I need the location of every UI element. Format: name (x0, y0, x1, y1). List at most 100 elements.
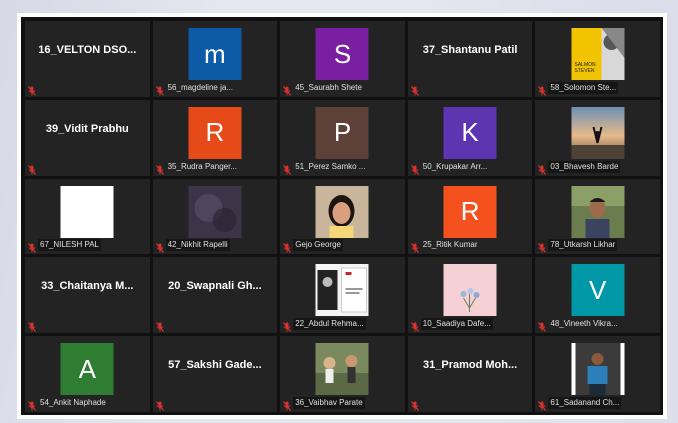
tile-footer: Gejo George (283, 238, 402, 254)
participant-tile[interactable]: 67_NILESH PAL (25, 178, 150, 255)
participant-name-label: 42_Nikhit Rapelli (165, 239, 230, 252)
participant-tile[interactable]: 37_Shantanu Patil (407, 21, 533, 97)
tile-footer: 67_NILESH PAL (28, 238, 147, 254)
profile-photo (315, 185, 369, 238)
tile-footer: 10_Saadiya Dafe... (410, 317, 530, 333)
muted-mic-icon (410, 240, 419, 254)
participant-tile[interactable]: 57_Sakshi Gade... (152, 336, 278, 412)
participant-tile[interactable]: SALMON STEVEN 58_Solomon Ste... (535, 21, 660, 97)
muted-mic-icon (538, 398, 547, 411)
muted-mic-icon (538, 319, 547, 333)
tile-footer: 50_Krupakar Arr... (410, 160, 530, 175)
participant-tile[interactable]: R 25_Ritik Kumar (407, 178, 533, 255)
participant-tile[interactable]: 03_Bhavesh Barde (535, 99, 660, 176)
video-gallery-frame: 16_VELTON DSO... m 56_magdeline ja... S 45_S… (17, 13, 667, 419)
participant-tile[interactable]: 31_Pramod Moh... (407, 336, 533, 412)
participant-tile[interactable]: A 54_Ankit Naphade (25, 336, 150, 412)
muted-mic-icon (538, 162, 547, 175)
participant-tile[interactable]: Gejo George (280, 178, 405, 255)
participant-name-label: 36_Vaibhav Parate (293, 397, 365, 409)
avatar: P (315, 106, 369, 159)
muted-mic-icon (283, 319, 292, 333)
muted-mic-icon (155, 398, 164, 411)
muted-mic-icon (538, 83, 547, 96)
participant-name-display: 37_Shantanu Patil (422, 43, 518, 56)
participant-name-label: 67_NILESH PAL (38, 239, 101, 252)
muted-mic-icon (155, 162, 164, 175)
tile-footer (410, 81, 530, 96)
muted-mic-icon (28, 398, 36, 411)
muted-mic-icon (28, 319, 36, 333)
tile-footer (155, 317, 275, 333)
participant-name-label: 56_magdeline ja... (167, 82, 233, 92)
tile-footer (28, 160, 147, 175)
participant-tile[interactable]: m 56_magdeline ja... (152, 21, 278, 97)
participant-tile[interactable]: 22_Abdul Rehma... (280, 257, 405, 334)
participant-tile[interactable]: 78_Utkarsh Likhar (535, 178, 660, 255)
avatar: K (443, 106, 497, 159)
tile-footer: 22_Abdul Rehma... (283, 317, 402, 333)
participant-tile[interactable]: P 51_Perez Samko ... (280, 99, 405, 176)
muted-mic-icon (28, 83, 36, 96)
participant-tile[interactable]: 39_Vidit Prabhu (25, 99, 150, 176)
tile-footer: 78_Utkarsh Likhar (538, 238, 657, 254)
participant-name-label: 58_Solomon Ste... (548, 81, 619, 94)
muted-mic-icon (283, 83, 292, 96)
participant-tile[interactable]: 61_Sadanand Ch... (535, 336, 660, 412)
participant-name-display: 33_Chaitanya M... (41, 280, 134, 293)
tile-footer: 42_Nikhit Rapelli (155, 238, 275, 254)
muted-mic-icon (410, 162, 419, 175)
participant-name-display: 57_Sakshi Gade... (168, 359, 262, 372)
participant-name-label: 22_Abdul Rehma... (293, 318, 366, 331)
profile-photo (315, 343, 369, 396)
tile-footer: 48_Vineeth Vikra... (538, 317, 657, 333)
profile-photo (188, 185, 242, 238)
participant-name-display: 20_Swapnali Gh... (168, 280, 262, 293)
participant-name-label: 03_Bhavesh Barde (548, 160, 621, 173)
participant-tile[interactable]: 36_Vaibhav Parate (280, 336, 405, 412)
participant-tile[interactable]: S 45_Saurabh Shete (280, 21, 405, 97)
tile-footer: 35_Rudra Panger... (155, 160, 275, 175)
avatar: R (443, 185, 497, 238)
participant-tile[interactable]: K 50_Krupakar Arr... (407, 99, 533, 176)
profile-photo (571, 106, 625, 159)
profile-photo (571, 343, 625, 396)
participant-tile[interactable]: 10_Saadiya Dafe... (407, 257, 533, 334)
participant-name-label: 25_Ritik Kumar (422, 240, 478, 250)
participant-tile[interactable]: 20_Swapnali Gh... (152, 257, 278, 334)
tile-footer: 45_Saurabh Shete (283, 81, 402, 96)
tile-footer: 36_Vaibhav Parate (283, 396, 402, 411)
tile-footer (28, 317, 147, 333)
muted-mic-icon (155, 319, 164, 333)
tile-footer: 03_Bhavesh Barde (538, 160, 657, 175)
participant-tile[interactable]: R 35_Rudra Panger... (152, 99, 278, 176)
tile-footer (410, 396, 530, 411)
avatar: S (315, 28, 369, 80)
tile-footer: 25_Ritik Kumar (410, 238, 530, 254)
tile-footer: 51_Perez Samko ... (283, 160, 402, 175)
participant-name-label: 35_Rudra Panger... (167, 161, 237, 171)
muted-mic-icon (283, 240, 292, 254)
profile-photo (443, 264, 497, 317)
muted-mic-icon (155, 83, 164, 96)
profile-photo (315, 264, 369, 317)
participant-tile[interactable]: 16_VELTON DSO... (25, 21, 150, 97)
participant-tile[interactable]: V 48_Vineeth Vikra... (535, 257, 660, 334)
avatar: m (188, 28, 242, 80)
avatar: A (60, 343, 114, 396)
muted-mic-icon (410, 398, 419, 411)
participant-name-label: Gejo George (293, 239, 343, 252)
tile-footer: 56_magdeline ja... (155, 81, 275, 96)
tile-footer: 61_Sadanand Ch... (538, 396, 657, 411)
profile-photo: SALMON STEVEN (571, 28, 625, 80)
profile-photo (60, 185, 114, 238)
muted-mic-icon (538, 240, 547, 254)
muted-mic-icon (28, 240, 36, 254)
participant-name-display: 31_Pramod Moh... (423, 359, 518, 372)
participant-tile[interactable]: 33_Chaitanya M... (25, 257, 150, 334)
muted-mic-icon (155, 240, 164, 254)
participant-tile[interactable]: 42_Nikhit Rapelli (152, 178, 278, 255)
participant-name-label: 61_Sadanand Ch... (548, 397, 622, 409)
tile-footer: 58_Solomon Ste... (538, 81, 657, 96)
tile-footer: 54_Ankit Naphade (28, 396, 147, 411)
